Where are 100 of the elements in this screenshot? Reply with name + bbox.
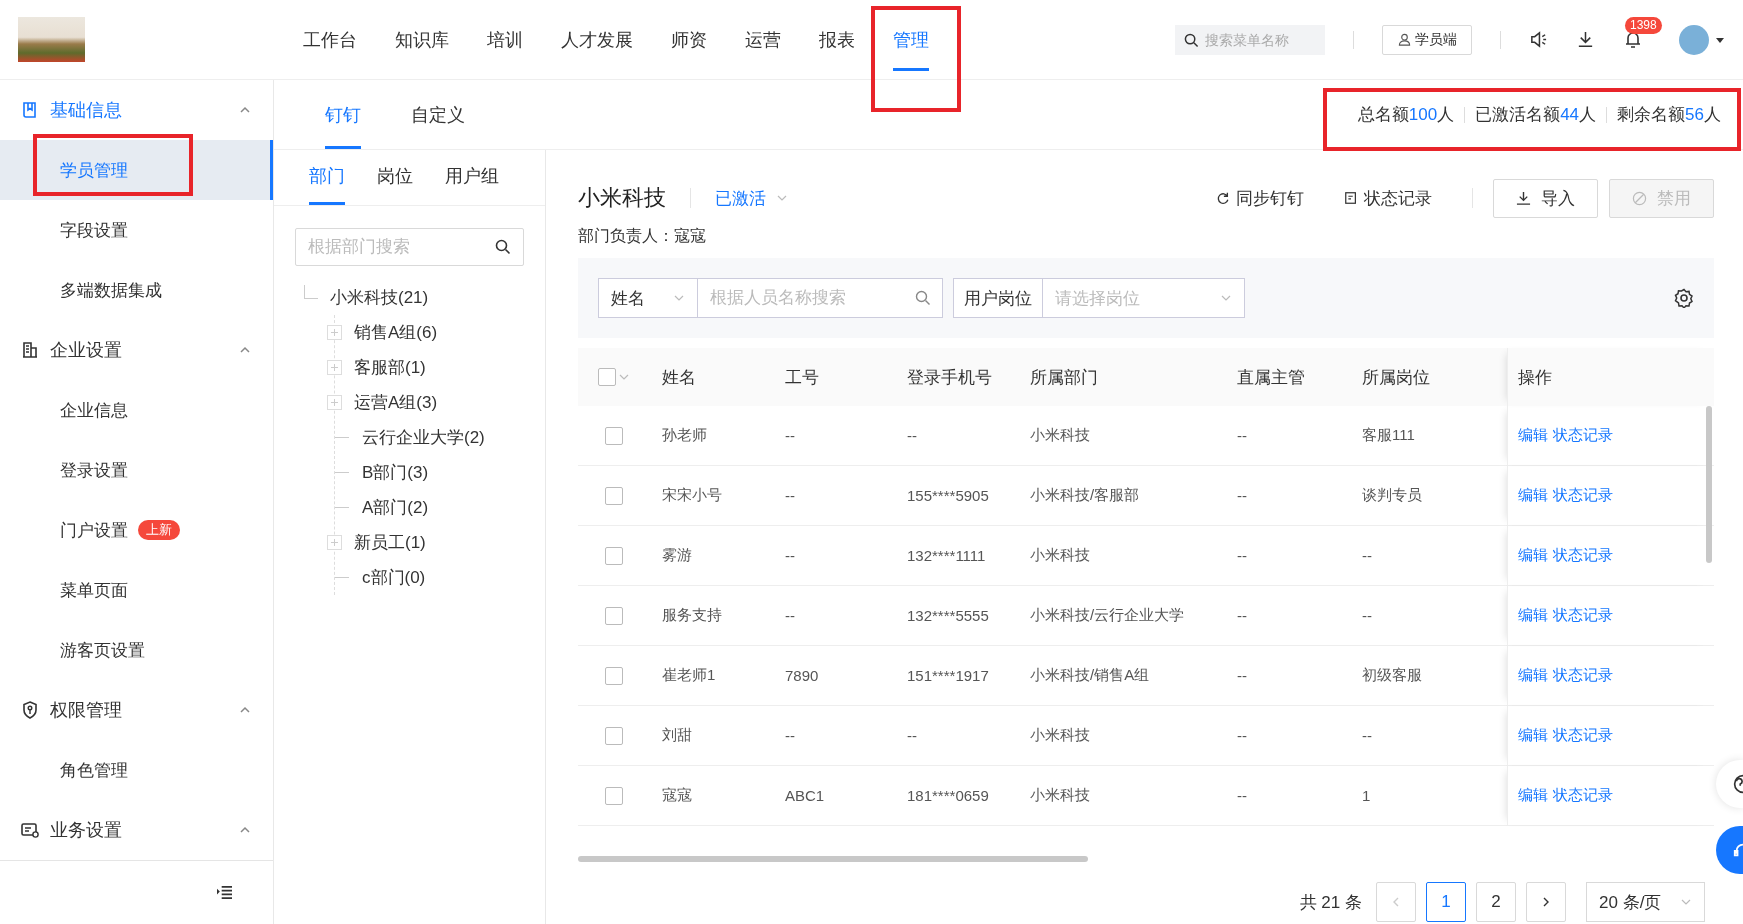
sidebar-section[interactable]: 基础信息 <box>0 80 273 140</box>
next-page-button[interactable] <box>1526 882 1566 922</box>
status-log-button[interactable]: 状态记录 <box>1344 186 1432 210</box>
table-cell: 小米科技/客服部 <box>1030 486 1140 505</box>
table-cell: 7890 <box>785 667 819 684</box>
page-size-select[interactable]: 20 条/页 <box>1586 882 1705 922</box>
row-action-link[interactable]: 编辑 <box>1518 786 1548 805</box>
ban-icon <box>1632 190 1647 206</box>
nav-tab[interactable]: 师资 <box>671 0 707 80</box>
table-cell: 小米科技 <box>1030 546 1090 565</box>
row-action-link[interactable]: 编辑 <box>1518 426 1548 445</box>
customer-service-button[interactable] <box>1716 826 1743 874</box>
post-filter-label: 用户岗位 <box>953 278 1043 318</box>
row-checkbox[interactable] <box>605 786 623 805</box>
sidebar-section[interactable]: 业务设置 <box>0 800 273 860</box>
tree-node[interactable]: 小米科技(21) <box>330 286 429 309</box>
tree-tab[interactable]: 部门 <box>309 150 345 205</box>
row-action-link[interactable]: 编辑 <box>1518 546 1548 565</box>
row-action-link[interactable]: 状态记录 <box>1553 546 1613 565</box>
expand-icon[interactable] <box>327 395 342 410</box>
name-search-field[interactable]: 根据人员名称搜索 <box>698 278 943 318</box>
sidebar-item[interactable]: 多端数据集成 <box>60 278 162 302</box>
nav-tab[interactable]: 管理 <box>893 0 929 80</box>
row-action-link[interactable]: 状态记录 <box>1553 486 1613 505</box>
sidebar-section[interactable]: 权限管理 <box>0 680 273 740</box>
row-action-link[interactable]: 状态记录 <box>1553 606 1613 625</box>
sidebar-item[interactable]: 角色管理 <box>60 758 128 782</box>
help-button[interactable] <box>1716 760 1743 808</box>
table-cell: 小米科技/销售A组 <box>1030 666 1150 685</box>
page-button[interactable]: 2 <box>1476 882 1516 922</box>
table-cell: -- <box>1362 547 1372 564</box>
nav-tab[interactable]: 人才发展 <box>561 0 633 80</box>
tree-node[interactable]: B部门(3) <box>362 461 429 484</box>
tree-node[interactable]: 新员工(1) <box>354 531 426 554</box>
row-checkbox[interactable] <box>605 666 623 685</box>
tree-node[interactable]: c部门(0) <box>362 566 426 589</box>
speaker-icon[interactable] <box>1529 30 1548 49</box>
search-icon <box>495 239 511 255</box>
expand-icon[interactable] <box>327 535 342 550</box>
sidebar-item[interactable]: 登录设置 <box>60 458 128 482</box>
table-cell: -- <box>785 727 795 744</box>
row-action-link[interactable]: 状态记录 <box>1553 426 1613 445</box>
page-button[interactable]: 1 <box>1426 882 1466 922</box>
sidebar-item[interactable]: 字段设置 <box>60 218 128 242</box>
sidebar-section[interactable]: 企业设置 <box>0 320 273 380</box>
row-action-link[interactable]: 编辑 <box>1518 666 1548 685</box>
scrollbar-thumb[interactable] <box>1706 406 1712 563</box>
avatar[interactable] <box>1679 24 1709 55</box>
menu-search-field[interactable]: 搜索菜单名称 <box>1175 24 1325 55</box>
nav-tab[interactable]: 工作台 <box>303 0 357 80</box>
nav-tab[interactable]: 培训 <box>487 0 523 80</box>
tree-tab[interactable]: 岗位 <box>377 150 413 205</box>
row-checkbox[interactable] <box>605 546 623 565</box>
select-all-checkbox[interactable] <box>598 368 616 386</box>
table-cell: 小米科技 <box>1030 426 1090 445</box>
sidebar-item[interactable]: 游客页设置 <box>60 638 145 662</box>
nav-tab[interactable]: 报表 <box>819 0 855 80</box>
nav-tab[interactable]: 知识库 <box>395 0 449 80</box>
sidebar-item[interactable]: 企业信息 <box>60 398 128 422</box>
search-icon <box>1184 32 1199 48</box>
row-checkbox[interactable] <box>605 486 623 505</box>
table-cell: 宋宋小号 <box>662 486 722 505</box>
scrollbar-thumb[interactable] <box>578 856 1088 862</box>
row-checkbox[interactable] <box>605 606 623 625</box>
sidebar-item[interactable]: 菜单页面 <box>60 578 128 602</box>
tree-node[interactable]: 客服部(1) <box>354 356 426 379</box>
table-cell: 谈判专员 <box>1362 486 1422 505</box>
download-icon[interactable] <box>1576 30 1595 49</box>
row-action-link[interactable]: 状态记录 <box>1553 726 1613 745</box>
department-search-field[interactable]: 根据部门搜索 <box>295 228 524 266</box>
sidebar-item[interactable]: 门户设置 <box>60 518 128 542</box>
tree-node[interactable]: 云行企业大学(2) <box>362 426 485 449</box>
status-dropdown[interactable]: 已激活 <box>715 186 766 210</box>
expand-icon[interactable] <box>327 325 342 340</box>
source-tab[interactable]: 钉钉 <box>325 80 361 149</box>
row-action-link[interactable]: 编辑 <box>1518 726 1548 745</box>
sync-button[interactable]: 同步钉钉 <box>1216 186 1304 210</box>
logo-photo-placeholder <box>18 17 85 62</box>
row-action-link[interactable]: 编辑 <box>1518 486 1548 505</box>
sidebar-item[interactable]: 学员管理 <box>60 158 128 182</box>
tree-node[interactable]: 销售A组(6) <box>354 321 438 344</box>
row-action-link[interactable]: 状态记录 <box>1553 666 1613 685</box>
row-action-link[interactable]: 编辑 <box>1518 606 1548 625</box>
tree-node[interactable]: A部门(2) <box>362 496 429 519</box>
tree-tab[interactable]: 用户组 <box>445 150 499 205</box>
expand-icon[interactable] <box>327 360 342 375</box>
nav-tab[interactable]: 运营 <box>745 0 781 80</box>
collapse-menu-icon[interactable] <box>216 885 233 900</box>
row-checkbox[interactable] <box>605 726 623 745</box>
import-button[interactable]: 导入 <box>1493 178 1598 218</box>
row-checkbox[interactable] <box>605 426 623 445</box>
previous-page-button[interactable] <box>1376 882 1416 922</box>
row-action-link[interactable]: 状态记录 <box>1553 786 1613 805</box>
settings-icon[interactable] <box>1674 288 1694 308</box>
field-select[interactable]: 姓名 <box>598 278 698 318</box>
source-tab[interactable]: 自定义 <box>411 80 465 149</box>
table-cell: -- <box>1237 547 1247 564</box>
tree-node[interactable]: 运营A组(3) <box>354 391 438 414</box>
table-cell: 132****5555 <box>907 607 989 624</box>
student-portal-button[interactable]: 学员端 <box>1382 24 1472 55</box>
